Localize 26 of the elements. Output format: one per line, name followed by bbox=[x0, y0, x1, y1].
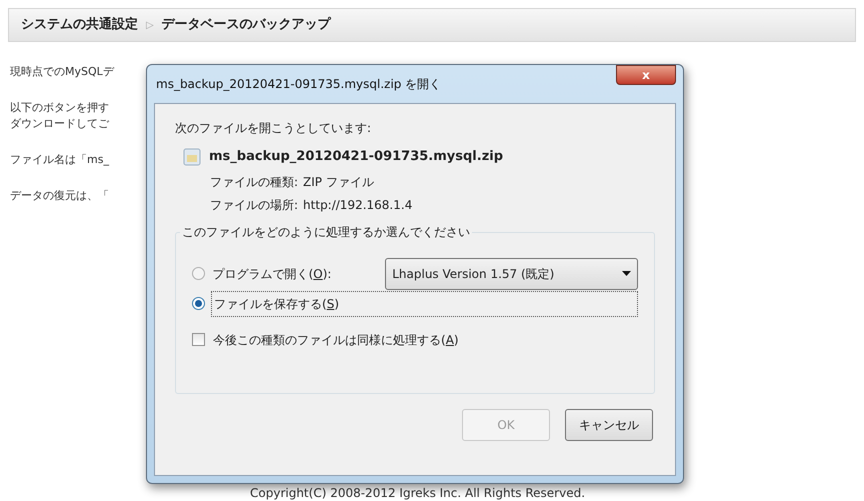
caret-icon bbox=[622, 271, 631, 276]
radio-button[interactable] bbox=[192, 297, 205, 310]
option-label[interactable]: プログラムで開く(O): bbox=[210, 264, 380, 282]
detail-label: ファイルの種類: bbox=[210, 174, 298, 190]
checkbox-label[interactable]: 今後この種類のファイルは同様に処理する(A) bbox=[211, 330, 461, 348]
radio-button[interactable] bbox=[192, 267, 205, 280]
body-text: ダウンロードしてご bbox=[10, 116, 110, 132]
body-text: 以下のボタンを押す bbox=[10, 100, 110, 116]
body-text: データの復元は、「 bbox=[10, 188, 110, 204]
file-name: ms_backup_20120421-091735.mysql.zip bbox=[209, 148, 504, 166]
option-label[interactable]: ファイルを保存する(S) bbox=[211, 290, 638, 316]
dialog-button[interactable]: キャンセル bbox=[565, 408, 653, 440]
intro-text: 次のファイルを開こうとしています: bbox=[175, 120, 372, 137]
breadcrumb-link[interactable]: システムの共通設定 bbox=[21, 15, 138, 35]
body-text: 現時点でのMySQLデ bbox=[10, 64, 116, 80]
detail-label: ファイルの場所: bbox=[210, 196, 298, 214]
file-icon bbox=[183, 148, 201, 166]
program-dropdown[interactable]: Lhaplus Version 1.57 (既定) bbox=[385, 258, 638, 290]
window-title: ms_backup_20120421-091735.mysql.zip を開く bbox=[155, 76, 442, 93]
checkbox[interactable] bbox=[192, 333, 205, 346]
copyright-text: Copyright(C) 2008-2012 Igreks Inc. All Rights Reserved. bbox=[250, 486, 586, 500]
breadcrumb-current: データベースのバックアップ bbox=[162, 16, 331, 34]
detail-value: ZIP ファイル bbox=[303, 174, 374, 190]
breadcrumb-separator: ▷ bbox=[146, 18, 154, 32]
body-text: ファイル名は「ms_ bbox=[10, 152, 110, 168]
detail-value: http://192.168.1.4 bbox=[303, 196, 412, 214]
